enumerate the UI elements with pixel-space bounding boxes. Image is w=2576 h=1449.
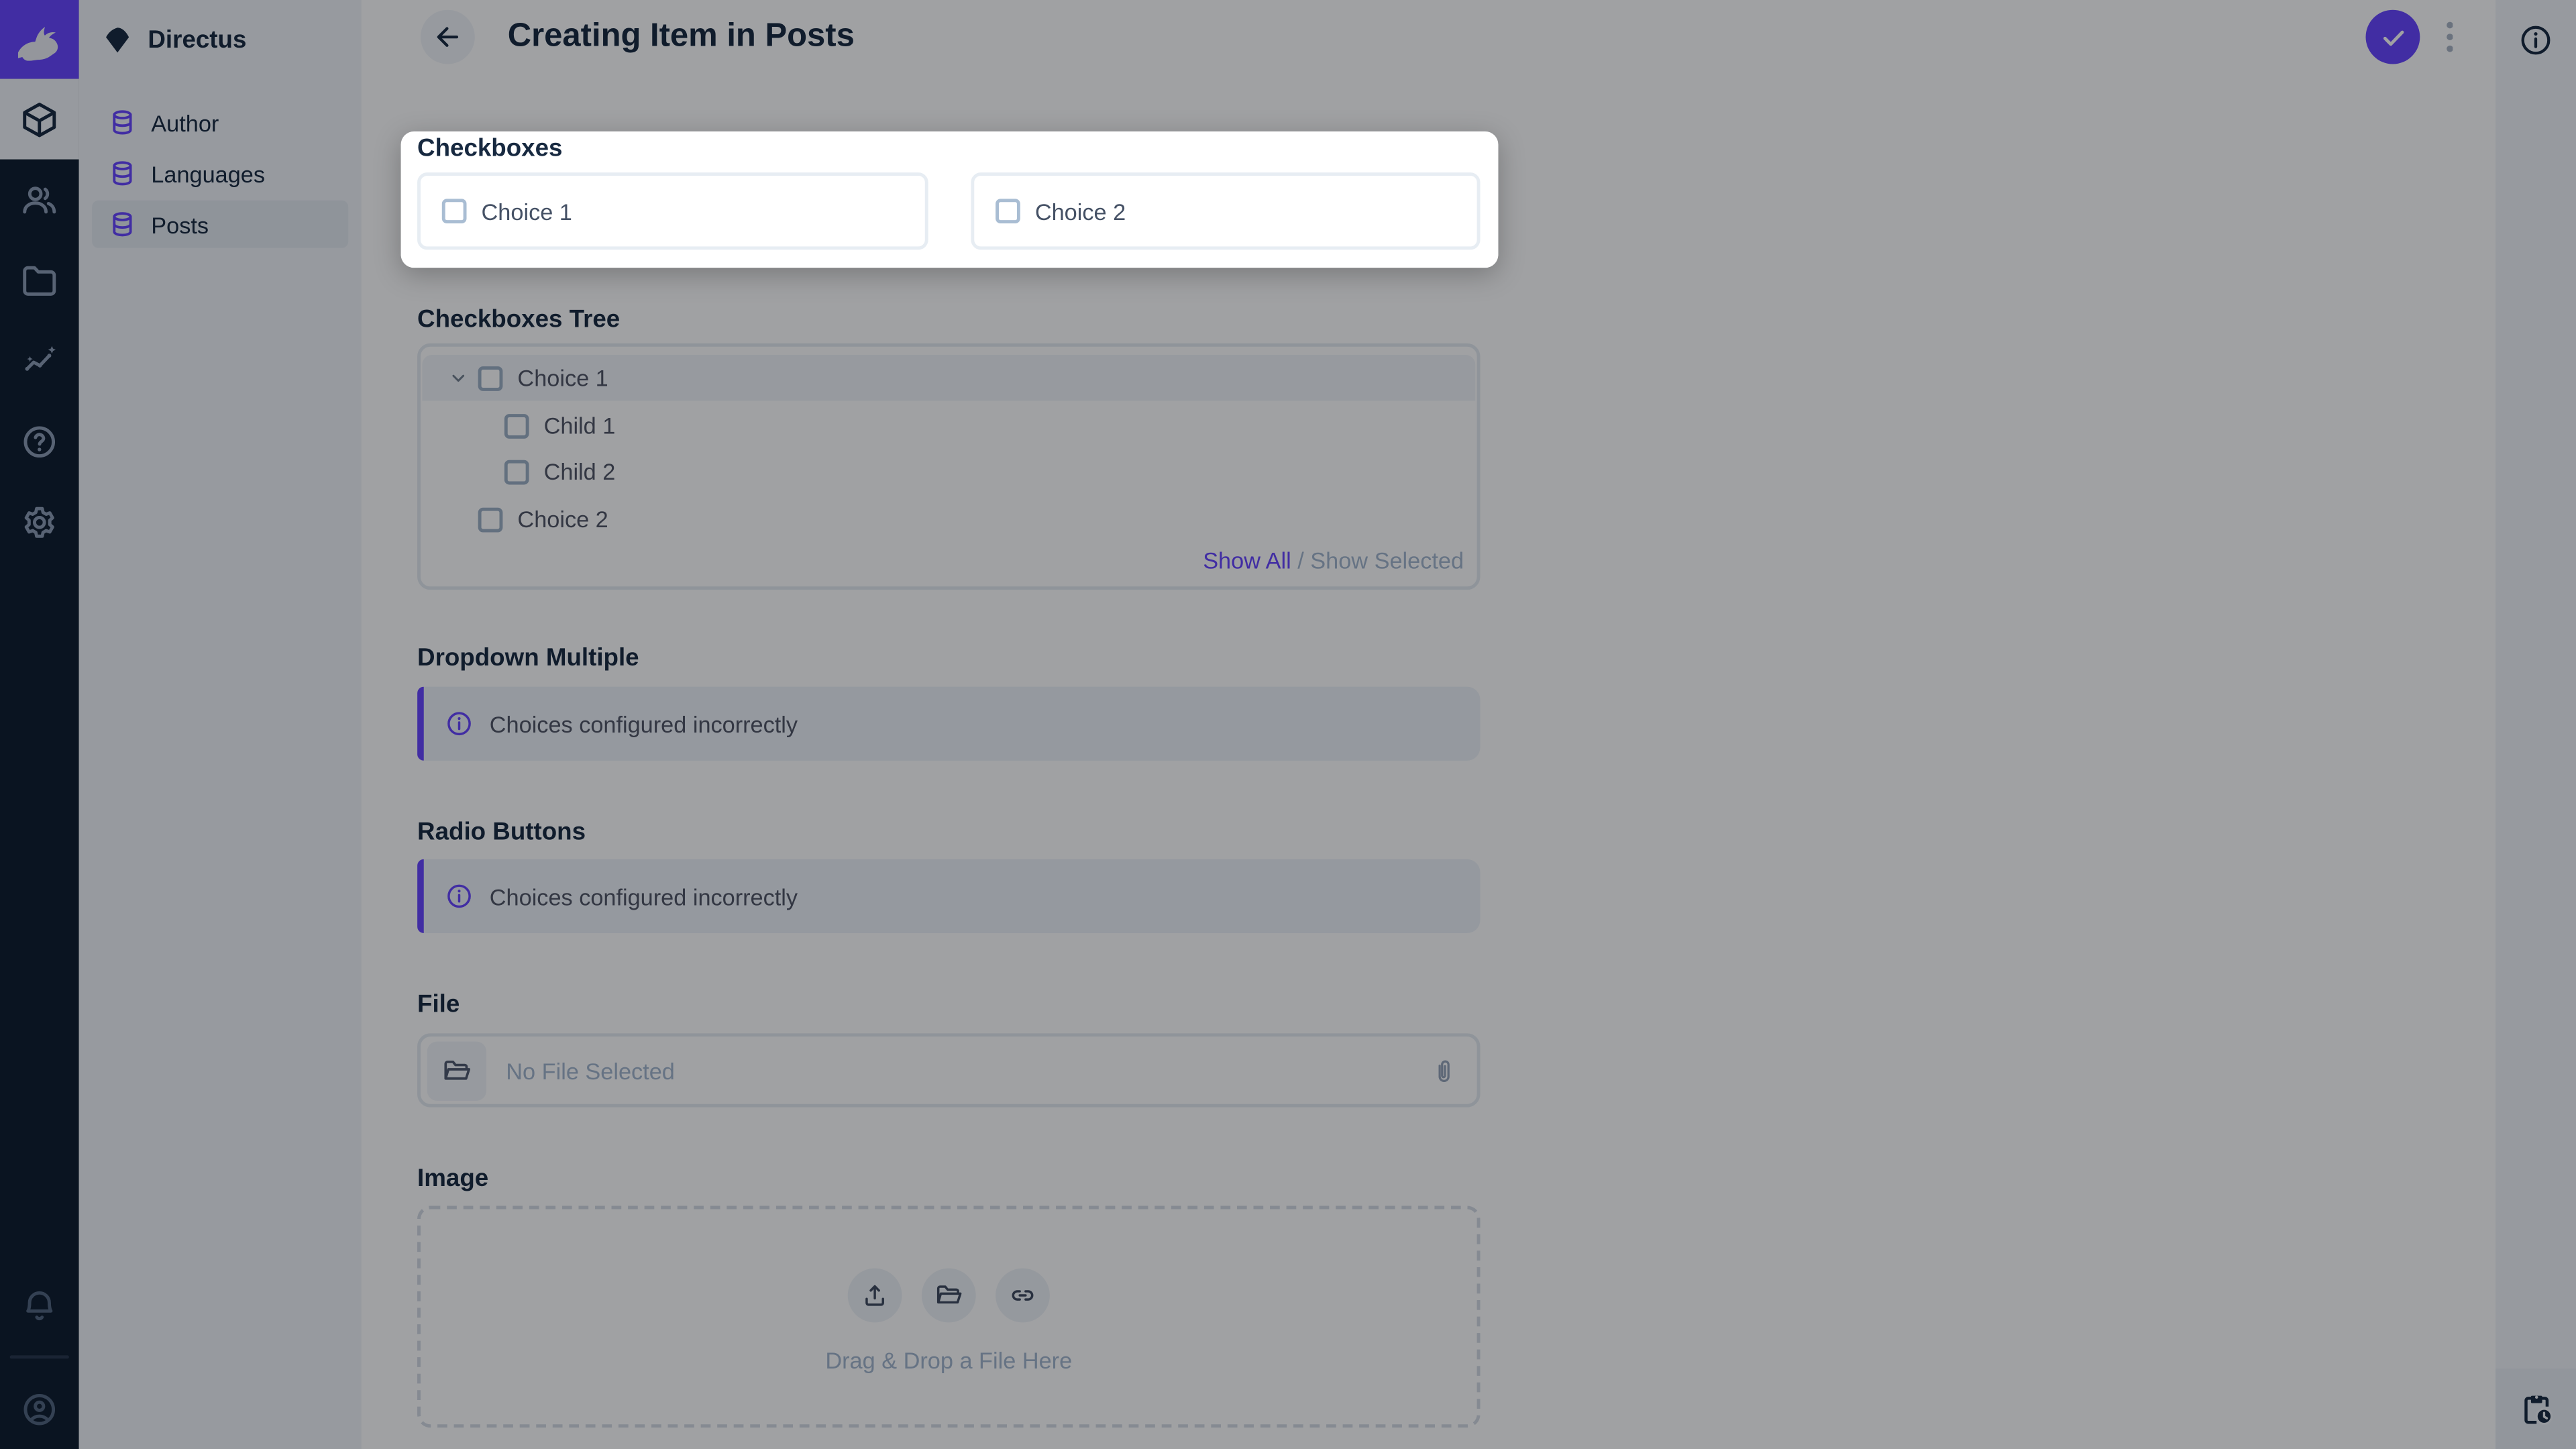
- checkboxes-field-spotlight: Checkboxes Choice 1 Choice 2: [401, 131, 1499, 268]
- checkbox-option-choice-1[interactable]: Choice 1: [417, 172, 928, 250]
- checkbox-label: Choice 2: [1035, 198, 1126, 224]
- field-label-checkboxes: Checkboxes: [417, 135, 562, 163]
- checkbox-choice-2[interactable]: [996, 199, 1020, 223]
- checkbox-option-choice-2[interactable]: Choice 2: [971, 172, 1480, 250]
- directus-app: Directus Author Languages Posts: [0, 0, 2576, 1449]
- checkboxes-options: Choice 1 Choice 2: [417, 172, 1480, 250]
- checkbox-choice-1[interactable]: [442, 199, 467, 223]
- checkbox-label: Choice 1: [482, 198, 572, 224]
